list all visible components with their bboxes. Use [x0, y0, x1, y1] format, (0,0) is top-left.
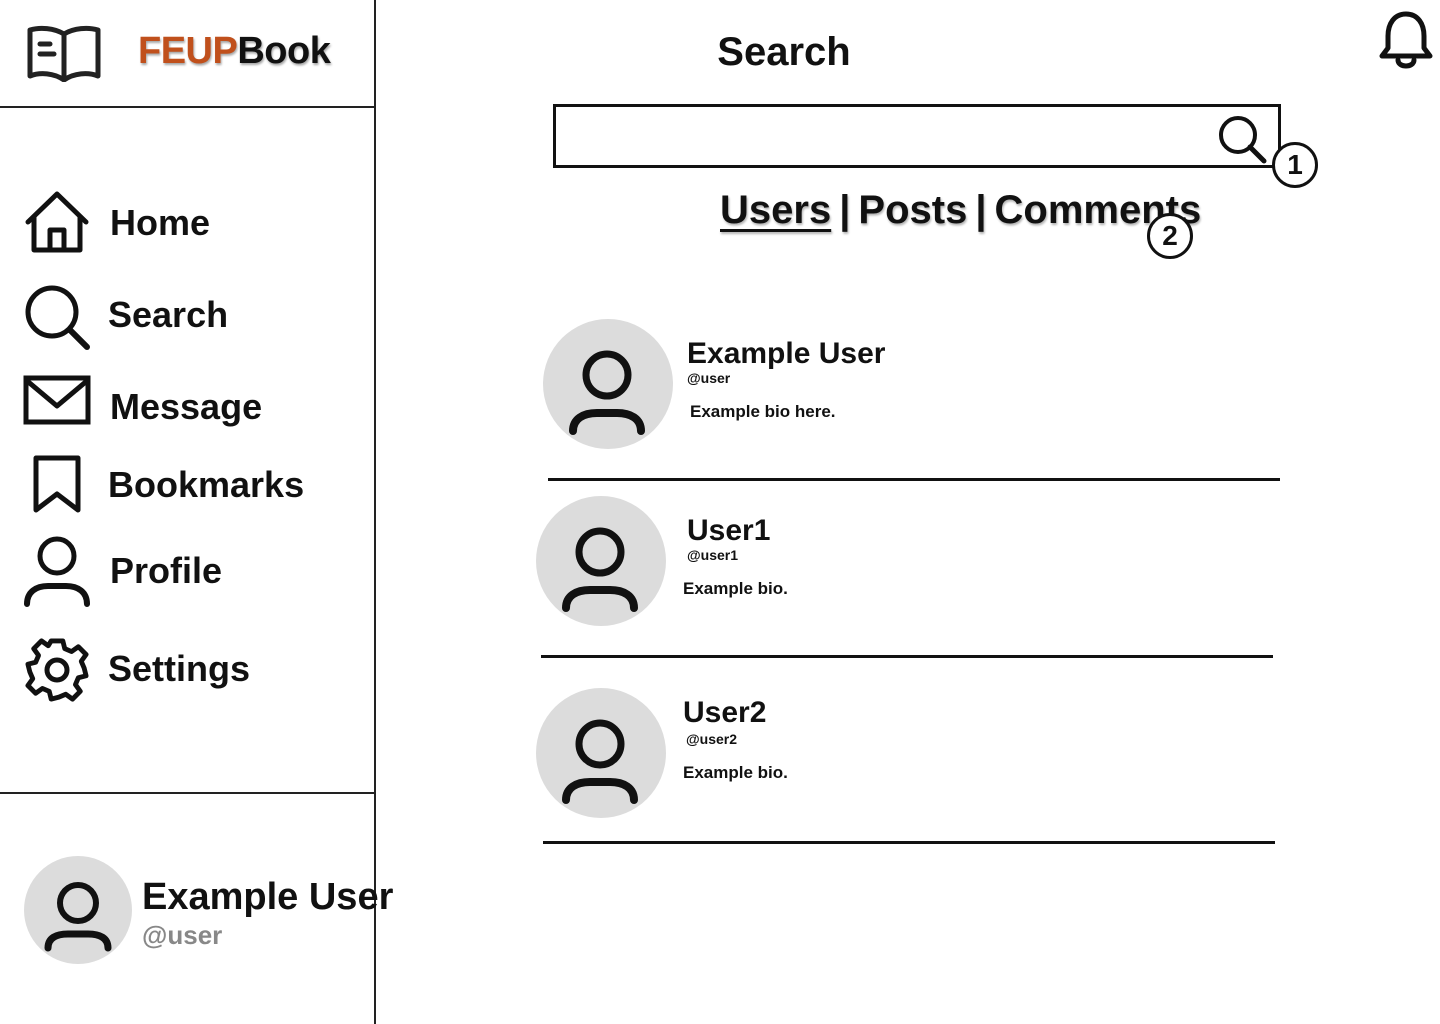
user-icon: [22, 536, 94, 608]
search-icon: [22, 280, 94, 352]
sidebar-item-label: Message: [110, 386, 263, 427]
sidebar-item-label: Search: [108, 294, 229, 335]
avatar: [543, 319, 673, 449]
result-handle: @user2: [686, 731, 738, 747]
tab-posts[interactable]: Posts: [858, 188, 967, 232]
sidebar-item-label: Profile: [110, 550, 223, 591]
sidebar-item-label: Settings: [108, 648, 251, 689]
brand-header: FEUPBook: [0, 0, 374, 108]
book-open-icon: [26, 24, 102, 82]
search-bar: [553, 104, 1281, 168]
sidebar-divider: [0, 792, 374, 794]
list-item[interactable]: User2 @user2 Example bio.: [536, 688, 1276, 818]
search-tabs: Users | Posts | Comments: [720, 188, 1201, 233]
result-name: User2: [683, 696, 767, 729]
result-name: Example User: [687, 337, 886, 370]
search-icon[interactable]: [1212, 113, 1272, 165]
current-user-handle: @user: [142, 920, 223, 950]
avatar: [24, 856, 132, 964]
annotation-marker-2: 2: [1147, 213, 1193, 259]
sidebar-item-profile[interactable]: Profile: [22, 536, 352, 608]
sidebar: FEUPBook Home Search Message Bookmarks P…: [0, 0, 393, 1024]
tab-separator: |: [975, 188, 987, 232]
gear-icon: [22, 634, 94, 706]
sidebar-item-label: Home: [110, 202, 211, 243]
brand-logo-text[interactable]: FEUPBook: [138, 30, 331, 73]
annotation-marker-1: 1: [1272, 142, 1318, 188]
tab-separator: |: [839, 188, 851, 232]
brand-rest-text: Book: [237, 30, 331, 72]
sidebar-item-home[interactable]: Home: [22, 188, 352, 260]
sidebar-item-bookmarks[interactable]: Bookmarks: [22, 450, 352, 522]
list-item[interactable]: User1 @user1 Example bio.: [536, 496, 1276, 626]
sidebar-item-settings[interactable]: Settings: [22, 634, 352, 706]
page-title: Search: [717, 30, 851, 74]
tab-users[interactable]: Users: [720, 188, 831, 232]
divider: [548, 478, 1280, 481]
home-icon: [22, 188, 94, 260]
current-user-card[interactable]: Example User @user: [24, 856, 393, 966]
sidebar-item-search[interactable]: Search: [22, 280, 352, 352]
avatar: [536, 496, 666, 626]
avatar: [536, 688, 666, 818]
bell-icon[interactable]: [1376, 10, 1436, 70]
sidebar-item-label: Bookmarks: [108, 464, 305, 505]
result-handle: @user1: [687, 547, 739, 563]
divider: [543, 841, 1275, 844]
result-name: User1: [687, 514, 771, 547]
brand-accent-text: FEUP: [138, 30, 238, 72]
result-bio: Example bio here.: [690, 402, 836, 421]
divider: [541, 655, 1273, 658]
result-bio: Example bio.: [683, 579, 788, 598]
sidebar-item-message[interactable]: Message: [22, 372, 352, 444]
result-handle: @user: [687, 370, 731, 386]
mail-icon: [22, 372, 94, 444]
result-bio: Example bio.: [683, 763, 788, 782]
search-input[interactable]: [562, 113, 1202, 159]
current-user-name: Example User: [142, 876, 394, 918]
list-item[interactable]: Example User @user Example bio here.: [543, 319, 1283, 449]
bookmark-icon: [22, 450, 94, 522]
